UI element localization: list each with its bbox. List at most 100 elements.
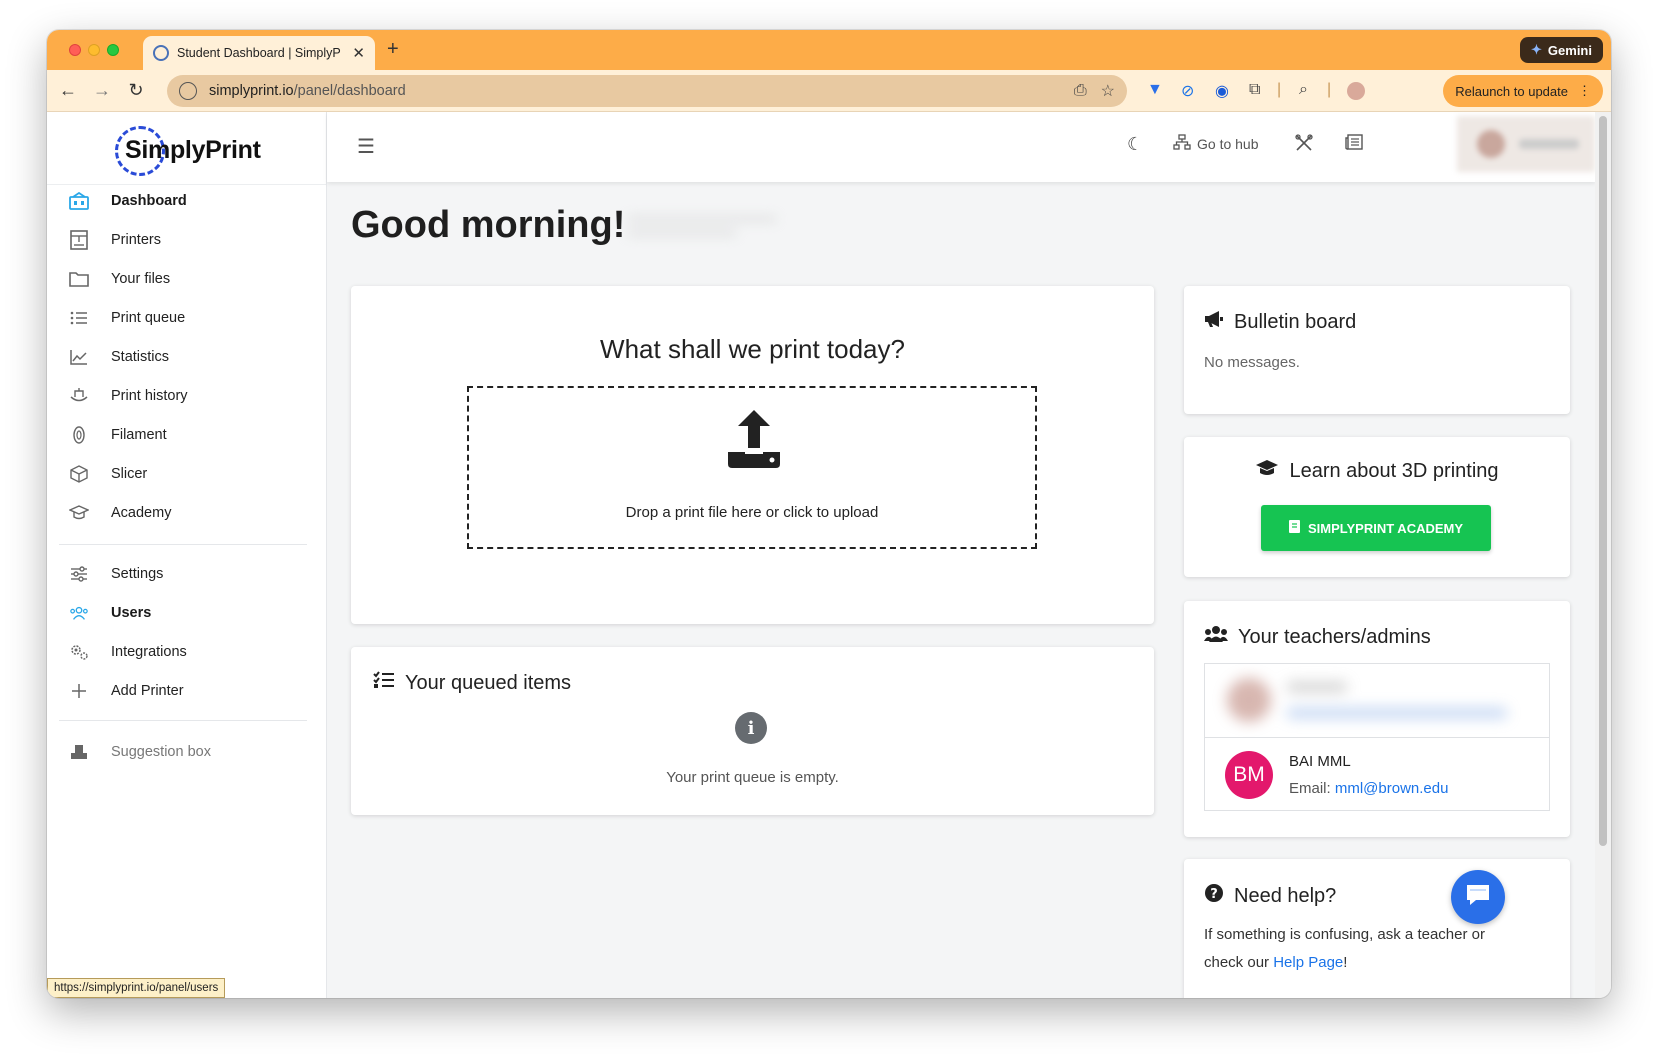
- page-scrollbar[interactable]: [1595, 112, 1611, 998]
- go-to-hub-button[interactable]: Go to hub: [1173, 134, 1259, 153]
- hamburger-menu-icon[interactable]: ☰: [357, 134, 375, 159]
- reload-icon[interactable]: ↻: [125, 80, 147, 101]
- address-bar[interactable]: simplyprint.io/panel/dashboard ⎙ ☆: [167, 75, 1127, 107]
- user-menu-blurred[interactable]: [1457, 116, 1595, 172]
- profile-avatar[interactable]: [1347, 82, 1365, 100]
- chat-bubble-icon: [1464, 882, 1492, 913]
- sidebar-item-printers[interactable]: Printers: [69, 223, 309, 257]
- sidebar-item-label: Settings: [111, 566, 164, 582]
- extension-link-icon[interactable]: ⊘: [1181, 81, 1194, 101]
- back-arrow-icon[interactable]: ←: [57, 80, 79, 101]
- logo-text: SimplyPrint: [125, 136, 261, 164]
- simplyprint-favicon-icon: [153, 45, 169, 61]
- sidebar-item-filament[interactable]: Filament: [69, 418, 309, 452]
- sidebar-item-suggestion-box[interactable]: Suggestion box: [69, 735, 309, 769]
- minimize-window-button[interactable]: [88, 44, 100, 56]
- relaunch-label: Relaunch to update: [1455, 83, 1568, 99]
- sidebar-item-label: Filament: [111, 427, 167, 443]
- sidebar-item-label: Integrations: [111, 644, 187, 660]
- megaphone-icon: [1204, 310, 1224, 334]
- site-info-icon[interactable]: [179, 82, 197, 100]
- go-to-hub-label: Go to hub: [1197, 135, 1259, 152]
- maximize-window-button[interactable]: [107, 44, 119, 56]
- teacher-avatar: BM: [1225, 751, 1273, 799]
- help-title: Need help?: [1234, 884, 1337, 907]
- sidebar-item-slicer[interactable]: Slicer: [69, 457, 309, 491]
- sidebar-divider: [59, 544, 307, 545]
- tab-close-icon[interactable]: ✕: [352, 44, 365, 62]
- teacher-name: BAI MML: [1289, 753, 1351, 770]
- gears-icon: [69, 642, 89, 662]
- queue-title: Your queued items: [405, 671, 572, 694]
- toolbar-divider-2: |: [1327, 81, 1332, 98]
- dark-mode-moon-icon[interactable]: ☾: [1127, 134, 1143, 155]
- close-window-button[interactable]: [69, 44, 81, 56]
- sidebar-item-label: Print history: [111, 388, 188, 404]
- teacher-row-redacted: [1205, 664, 1549, 738]
- sidebar-item-label: Slicer: [111, 466, 148, 482]
- teachers-header: Your teachers/admins: [1204, 625, 1431, 649]
- relaunch-button[interactable]: Relaunch to update ⋮: [1443, 75, 1603, 107]
- users-icon: [69, 603, 89, 623]
- teacher-row: BM BAI MML Email: mml@brown.edu: [1205, 738, 1549, 812]
- new-tab-button[interactable]: +: [387, 38, 399, 61]
- simplyprint-logo[interactable]: SimplyPrint: [115, 126, 261, 176]
- extension-v-icon[interactable]: ▼: [1147, 81, 1163, 99]
- list-icon: [69, 308, 89, 328]
- email-label: Email:: [1289, 780, 1331, 797]
- url-text[interactable]: simplyprint.io/panel/dashboard: [209, 83, 1060, 99]
- plus-icon: [69, 681, 89, 701]
- teacher-email-link[interactable]: mml@brown.edu: [1335, 780, 1449, 797]
- title-bar: Student Dashboard | SimplyP ✕ + ✦ Gemini: [47, 30, 1611, 70]
- tools-icon[interactable]: [1295, 134, 1313, 152]
- sidebar-item-statistics[interactable]: Statistics: [69, 340, 309, 374]
- browser-window: Student Dashboard | SimplyP ✕ + ✦ Gemini…: [47, 30, 1611, 998]
- reading-mode-icon[interactable]: ⌕: [1299, 81, 1308, 99]
- file-dropzone[interactable]: Drop a print file here or click to uploa…: [467, 386, 1037, 549]
- need-help-card: ? Need help? If something is confusing, …: [1184, 859, 1570, 998]
- sidebar-item-academy[interactable]: Academy: [69, 496, 309, 530]
- help-header: ? Need help?: [1204, 883, 1336, 909]
- bookmark-star-icon[interactable]: ☆: [1101, 81, 1115, 101]
- book-icon: [1288, 520, 1300, 536]
- graduation-cap-icon: [1255, 459, 1279, 483]
- bulletin-header: Bulletin board: [1204, 310, 1356, 334]
- extensions-puzzle-icon[interactable]: ⧉: [1249, 81, 1260, 99]
- menu-dots-icon[interactable]: ⋮: [1578, 83, 1591, 99]
- bulletin-board-card: Bulletin board No messages.: [1184, 286, 1570, 414]
- dashboard-content: Good morning! What shall we print today?…: [327, 182, 1595, 998]
- install-app-icon[interactable]: ⎙: [1074, 82, 1087, 100]
- sidebar-item-integrations[interactable]: Integrations: [69, 635, 309, 669]
- sidebar-item-settings[interactable]: Settings: [69, 557, 309, 591]
- help-page-link[interactable]: Help Page: [1273, 954, 1343, 971]
- sidebar-divider-2: [59, 720, 307, 721]
- forward-arrow-icon[interactable]: →: [91, 80, 113, 101]
- history-icon: [69, 386, 89, 406]
- extension-password-icon[interactable]: ◉: [1215, 81, 1229, 101]
- teachers-title: Your teachers/admins: [1238, 625, 1431, 648]
- help-text: If something is confusing, ask a teacher…: [1204, 921, 1504, 977]
- news-icon[interactable]: [1345, 134, 1363, 150]
- sidebar-item-add-printer[interactable]: Add Printer: [69, 674, 309, 708]
- sidebar-item-print-history[interactable]: Print history: [69, 379, 309, 413]
- upload-card: What shall we print today? Drop a print …: [351, 286, 1154, 624]
- sidebar-item-dashboard[interactable]: Dashboard: [69, 184, 309, 218]
- gemini-button[interactable]: ✦ Gemini: [1520, 37, 1603, 63]
- queue-empty-text: Your print queue is empty.: [666, 769, 839, 786]
- scrollbar-thumb[interactable]: [1599, 116, 1607, 846]
- sidebar-item-users[interactable]: Users: [69, 596, 309, 630]
- help-text-end: !: [1343, 954, 1348, 971]
- gemini-sparkle-icon: ✦: [1531, 42, 1542, 57]
- teacher-email: Email: mml@brown.edu: [1289, 780, 1448, 797]
- cube-icon: [69, 464, 89, 484]
- sidebar-item-your-files[interactable]: Your files: [69, 262, 309, 296]
- simplyprint-academy-button[interactable]: SIMPLYPRINT ACADEMY: [1261, 505, 1491, 551]
- sidebar-item-print-queue[interactable]: Print queue: [69, 301, 309, 335]
- chat-button[interactable]: [1451, 870, 1505, 924]
- folder-icon: [69, 269, 89, 289]
- dashboard-icon: [69, 191, 89, 211]
- app-area: SimplyPrint Dashboard Printers Your file…: [47, 112, 1611, 998]
- sidebar-item-label: Your files: [111, 271, 171, 287]
- learn-3d-printing-card: Learn about 3D printing SIMPLYPRINT ACAD…: [1184, 437, 1570, 577]
- browser-tab[interactable]: Student Dashboard | SimplyP ✕: [143, 36, 375, 70]
